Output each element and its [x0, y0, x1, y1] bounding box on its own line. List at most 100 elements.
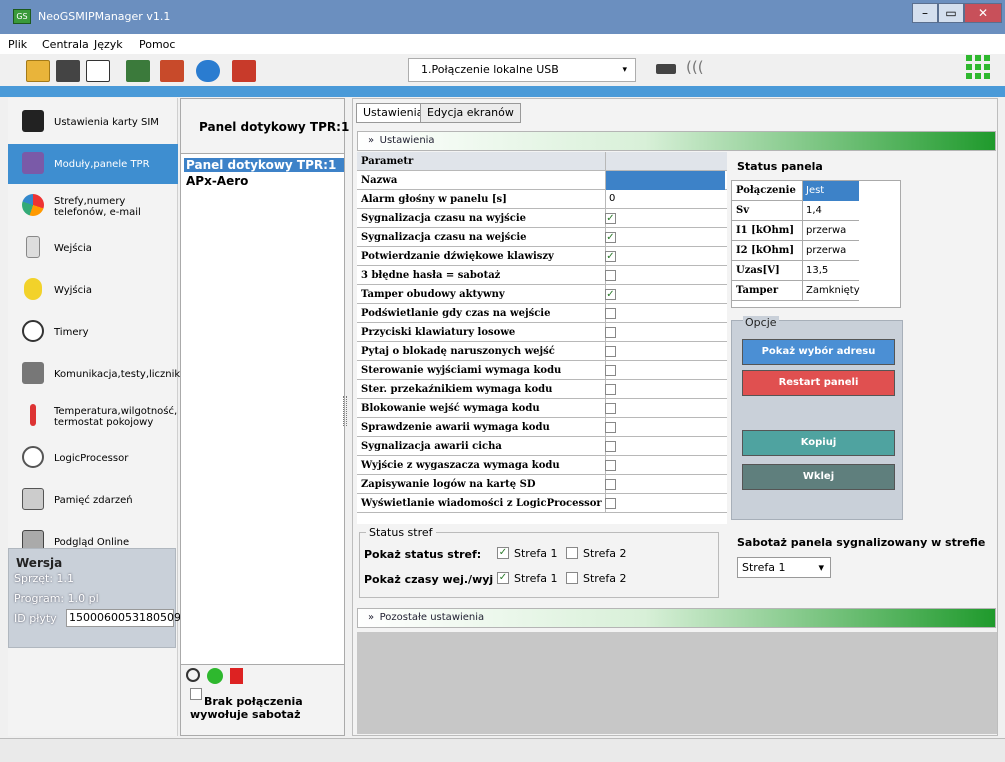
grid-row-checkbox[interactable]	[605, 365, 616, 376]
sidebar-item-timers[interactable]: Timery	[8, 312, 178, 352]
grid-row[interactable]: Sygnalizacja czasu na wejście	[357, 228, 727, 247]
maximize-button[interactable]: ▭	[938, 3, 964, 23]
grid-row-checkbox[interactable]	[605, 270, 616, 281]
sidebar-item-outputs[interactable]: Wyjścia	[8, 270, 178, 310]
grid-row-value[interactable]	[605, 399, 725, 418]
menu-plik[interactable]: Plik	[8, 38, 27, 51]
save-icon[interactable]	[56, 60, 80, 82]
grid-row-value[interactable]	[605, 171, 725, 190]
grid-row[interactable]: Ster. przekaźnikiem wymaga kodu	[357, 380, 727, 399]
grid-row-checkbox[interactable]	[605, 308, 616, 319]
other-settings-bar[interactable]: » Pozostałe ustawienia	[357, 608, 996, 628]
disconnect-icon[interactable]	[86, 60, 110, 82]
copy-button[interactable]: Kopiuj	[742, 430, 895, 456]
grid-row-checkbox[interactable]	[605, 327, 616, 338]
minimize-button[interactable]: –	[912, 3, 938, 23]
grid-row-value[interactable]	[605, 494, 725, 513]
grid-row-value[interactable]	[605, 437, 725, 456]
grid-row-checkbox[interactable]	[605, 346, 616, 357]
grid-row-value[interactable]	[605, 418, 725, 437]
grid-row[interactable]: Nazwa	[357, 171, 727, 190]
grid-row-value[interactable]	[605, 266, 725, 285]
chip-upload-icon[interactable]	[126, 60, 150, 82]
grid-row-checkbox[interactable]	[605, 460, 616, 471]
grid-row-checkbox[interactable]: ✓	[605, 213, 616, 224]
grid-row-checkbox[interactable]: ✓	[605, 232, 616, 243]
grid-row[interactable]: Sterowanie wyjściami wymaga kodu	[357, 361, 727, 380]
help-icon[interactable]	[196, 60, 220, 82]
grid-row-value[interactable]	[605, 247, 725, 266]
connection-select[interactable]: 1.Połączenie lokalne USB ▾	[408, 58, 636, 82]
clock-icon	[22, 320, 44, 342]
grid-row-value[interactable]	[605, 342, 725, 361]
add-icon[interactable]	[207, 668, 223, 684]
sidebar-item-event-memory[interactable]: Pamięć zdarzeń	[8, 480, 178, 520]
paste-button[interactable]: Wklej	[742, 464, 895, 490]
grid-row-checkbox[interactable]	[605, 498, 616, 509]
grid-row-checkbox[interactable]: ✓	[605, 251, 616, 262]
search-icon[interactable]	[186, 668, 200, 682]
menu-pomoc[interactable]: Pomoc	[139, 38, 175, 51]
grid-row[interactable]: Wyjście z wygaszacza wymaga kodu	[357, 456, 727, 475]
settings-section-bar[interactable]: » Ustawienia	[357, 131, 996, 151]
sabotage-zone-select[interactable]: Strefa 1 ▾	[737, 557, 831, 578]
grid-row-checkbox[interactable]	[605, 441, 616, 452]
module-list-item[interactable]: APx-Aero	[186, 174, 248, 188]
zone-times-checkbox-2[interactable]	[566, 572, 578, 584]
grid-row[interactable]: Sygnalizacja awarii cicha	[357, 437, 727, 456]
grid-row-value[interactable]	[605, 456, 725, 475]
zone-status-checkbox-2[interactable]	[566, 547, 578, 559]
close-button[interactable]: ✕	[964, 3, 1002, 23]
grid-row[interactable]: Pytaj o blokadę naruszonych wejść	[357, 342, 727, 361]
sidebar-item-logicprocessor[interactable]: LogicProcessor	[8, 438, 178, 478]
grid-row-value[interactable]	[605, 380, 725, 399]
splitter-handle[interactable]	[343, 396, 347, 426]
chip-download-icon[interactable]	[160, 60, 184, 82]
delete-icon[interactable]	[230, 668, 243, 684]
grid-row-checkbox[interactable]	[605, 422, 616, 433]
sidebar-item-sim[interactable]: Ustawienia karty SIM	[8, 102, 178, 142]
grid-row-checkbox[interactable]: ✓	[605, 289, 616, 300]
grid-row[interactable]: Sygnalizacja czasu na wyjście	[357, 209, 727, 228]
grid-row[interactable]: Sprawdzenie awarii wymaga kodu	[357, 418, 727, 437]
grid-row-value[interactable]: 0	[605, 190, 725, 209]
grid-row-value[interactable]	[605, 228, 725, 247]
grid-row-value[interactable]	[605, 475, 725, 494]
restart-panels-button[interactable]: Restart paneli	[742, 370, 895, 396]
module-list-item-selected[interactable]: Panel dotykowy TPR:1	[184, 158, 344, 172]
exit-icon[interactable]	[232, 60, 256, 82]
grid-row[interactable]: Podświetlanie gdy czas na wejście	[357, 304, 727, 323]
zone-times-checkbox-1[interactable]: ✓	[497, 572, 509, 584]
menu-jezyk[interactable]: Język	[94, 38, 123, 51]
tab-screen-edit[interactable]: Edycja ekranów	[420, 103, 521, 123]
sidebar-item-modules[interactable]: Moduły,panele TPR	[8, 144, 178, 184]
grid-row[interactable]: Zapisywanie logów na kartę SD	[357, 475, 727, 494]
grid-row[interactable]: Alarm głośny w panelu [s] 0	[357, 190, 727, 209]
sidebar-item-inputs[interactable]: Wejścia	[8, 228, 178, 268]
open-folder-icon[interactable]	[26, 60, 50, 82]
grid-row-value[interactable]	[605, 361, 725, 380]
grid-row-value[interactable]	[605, 304, 725, 323]
sidebar-item-temperature[interactable]: Temperatura,wilgotność, termostat pokojo…	[8, 396, 178, 436]
grid-row[interactable]: Tamper obudowy aktywny	[357, 285, 727, 304]
grid-row[interactable]: 3 błędne hasła = sabotaż	[357, 266, 727, 285]
grid-row-value[interactable]	[605, 209, 725, 228]
show-address-button[interactable]: Pokaż wybór adresu	[742, 339, 895, 365]
grid-row-checkbox[interactable]	[605, 384, 616, 395]
grid-row[interactable]: Wyświetlanie wiadomości z LogicProcessor	[357, 494, 727, 513]
grid-row-checkbox[interactable]	[605, 403, 616, 414]
header-accent-bar	[0, 86, 1005, 97]
grid-row-value[interactable]	[605, 323, 725, 342]
grid-row-value[interactable]	[605, 285, 725, 304]
menu-centrala[interactable]: Centrala	[42, 38, 89, 51]
board-id-field[interactable]: 1500060053180509	[66, 609, 181, 627]
sidebar-item-zones[interactable]: Strefy,numery telefonów, e-mail	[8, 186, 178, 226]
grid-row[interactable]: Blokowanie wejść wymaga kodu	[357, 399, 727, 418]
grid-row-checkbox[interactable]	[605, 479, 616, 490]
grid-row[interactable]: Przyciski klawiatury losowe	[357, 323, 727, 342]
zone-status-checkbox-1[interactable]: ✓	[497, 547, 509, 559]
other-settings-label: Pozostałe ustawienia	[379, 612, 485, 623]
grid-row[interactable]: Potwierdzanie dźwiękowe klawiszy	[357, 247, 727, 266]
grid-menu-icon[interactable]	[966, 55, 990, 79]
sidebar-item-communication[interactable]: Komunikacja,testy,liczniki	[8, 354, 183, 394]
